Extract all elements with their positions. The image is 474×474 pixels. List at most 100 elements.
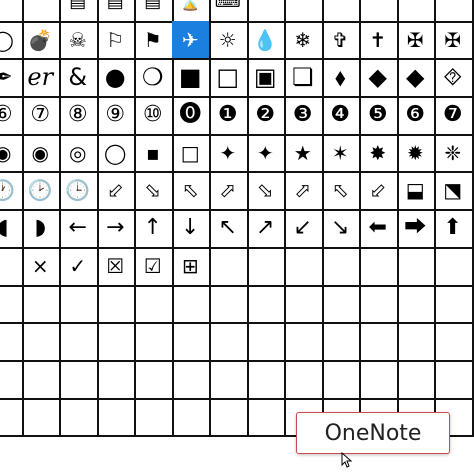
symbol-cell[interactable]: ▣: [246, 58, 286, 99]
symbol-cell[interactable]: [0, 397, 24, 438]
symbol-cell[interactable]: [0, 246, 24, 287]
symbol-cell[interactable]: ☑: [134, 246, 174, 287]
symbol-cell[interactable]: [21, 284, 61, 325]
symbol-cell[interactable]: [21, 0, 61, 23]
symbol-cell[interactable]: ❈: [434, 133, 474, 174]
symbol-cell[interactable]: ⬀: [284, 171, 324, 212]
symbol-cell[interactable]: ⬓: [396, 171, 436, 212]
symbol-cell[interactable]: [21, 360, 61, 400]
symbol-cell[interactable]: ▪: [134, 133, 174, 174]
symbol-cell[interactable]: ↖: [209, 209, 249, 249]
symbol-cell[interactable]: 💣: [21, 20, 61, 61]
symbol-cell[interactable]: ⬅: [359, 209, 399, 249]
symbol-cell[interactable]: ❄: [284, 20, 324, 61]
symbol-cell[interactable]: [96, 360, 136, 400]
symbol-cell[interactable]: ⑥: [0, 96, 24, 136]
symbol-cell[interactable]: ☒: [96, 246, 136, 287]
symbol-cell[interactable]: ↑: [134, 209, 174, 249]
symbol-cell[interactable]: ✈: [171, 20, 211, 61]
symbol-cell[interactable]: 🕐: [0, 171, 24, 212]
symbol-cell[interactable]: ⚐: [96, 20, 136, 61]
symbol-cell[interactable]: ★: [284, 133, 324, 174]
symbol-cell[interactable]: ◆: [396, 58, 436, 99]
symbol-cell[interactable]: ↗: [246, 209, 286, 249]
symbol-cell[interactable]: [209, 284, 249, 325]
symbol-cell[interactable]: [0, 284, 24, 325]
symbol-cell[interactable]: ❷: [246, 96, 286, 136]
symbol-cell[interactable]: ❹: [321, 96, 361, 136]
symbol-cell[interactable]: [209, 360, 249, 400]
symbol-cell[interactable]: 🕒: [59, 171, 99, 212]
symbol-cell[interactable]: ⬃: [96, 171, 136, 212]
symbol-cell[interactable]: [209, 397, 249, 438]
symbol-cell[interactable]: [396, 246, 436, 287]
symbol-cell[interactable]: ✠: [434, 20, 474, 61]
symbol-cell[interactable]: [359, 246, 399, 287]
symbol-cell[interactable]: [284, 246, 324, 287]
symbol-cell[interactable]: [321, 284, 361, 325]
symbol-cell[interactable]: [396, 0, 436, 23]
symbol-cell[interactable]: ◉: [21, 133, 61, 174]
symbol-cell[interactable]: ⌨: [209, 0, 249, 23]
symbol-cell[interactable]: [434, 322, 474, 362]
symbol-cell[interactable]: ◯: [96, 133, 136, 174]
symbol-cell[interactable]: [434, 0, 474, 23]
symbol-cell[interactable]: [171, 360, 211, 400]
symbol-cell[interactable]: [434, 360, 474, 400]
symbol-cell[interactable]: [434, 246, 474, 287]
symbol-cell[interactable]: ⬆: [434, 209, 474, 249]
symbol-cell[interactable]: ❍: [134, 58, 174, 99]
symbol-cell[interactable]: ⬀: [209, 171, 249, 212]
symbol-cell[interactable]: ❻: [396, 96, 436, 136]
symbol-cell[interactable]: [59, 322, 99, 362]
symbol-cell[interactable]: ▤: [59, 0, 99, 23]
symbol-cell[interactable]: [209, 322, 249, 362]
symbol-cell[interactable]: ✒: [0, 58, 24, 99]
symbol-cell[interactable]: ▤: [96, 0, 136, 23]
symbol-cell[interactable]: [171, 322, 211, 362]
symbol-cell[interactable]: [359, 0, 399, 23]
symbol-cell[interactable]: [396, 284, 436, 325]
symbol-cell[interactable]: ⑩: [134, 96, 174, 136]
symbol-cell[interactable]: [284, 0, 324, 23]
symbol-cell[interactable]: ⮕: [396, 209, 436, 249]
symbol-cell[interactable]: ◯: [0, 20, 24, 61]
symbol-cell[interactable]: [96, 322, 136, 362]
symbol-cell[interactable]: ■: [171, 58, 211, 99]
symbol-cell[interactable]: ❸: [284, 96, 324, 136]
symbol-cell[interactable]: [284, 322, 324, 362]
symbol-cell[interactable]: ✦: [209, 133, 249, 174]
symbol-cell[interactable]: [246, 284, 286, 325]
symbol-cell[interactable]: ❺: [359, 96, 399, 136]
symbol-cell[interactable]: ●: [96, 58, 136, 99]
symbol-cell[interactable]: ✦: [246, 133, 286, 174]
symbol-cell[interactable]: ⚑: [134, 20, 174, 61]
symbol-cell[interactable]: ↓: [171, 209, 211, 249]
symbol-cell[interactable]: ◆: [359, 58, 399, 99]
symbol-cell[interactable]: ☠: [59, 20, 99, 61]
symbol-cell[interactable]: ◖: [0, 209, 24, 249]
symbol-cell[interactable]: ✞: [321, 20, 361, 61]
symbol-cell[interactable]: &: [59, 58, 99, 99]
symbol-cell[interactable]: ⬔: [434, 171, 474, 212]
symbol-cell[interactable]: →: [96, 209, 136, 249]
symbol-cell[interactable]: ⬁: [171, 171, 211, 212]
symbol-cell[interactable]: [359, 284, 399, 325]
symbol-cell[interactable]: ⬂: [246, 171, 286, 212]
symbol-cell[interactable]: [246, 322, 286, 362]
symbol-cell[interactable]: [396, 360, 436, 400]
symbol-cell[interactable]: ❶: [209, 96, 249, 136]
symbol-cell[interactable]: □: [171, 133, 211, 174]
symbol-cell[interactable]: [21, 322, 61, 362]
symbol-cell[interactable]: ✶: [321, 133, 361, 174]
symbol-cell[interactable]: [134, 360, 174, 400]
symbol-cell[interactable]: [321, 360, 361, 400]
symbol-cell[interactable]: ✝: [359, 20, 399, 61]
symbol-cell[interactable]: ▤: [134, 0, 174, 23]
symbol-cell[interactable]: [209, 246, 249, 287]
symbol-cell[interactable]: [284, 284, 324, 325]
symbol-cell[interactable]: ✸: [359, 133, 399, 174]
symbol-cell[interactable]: ⬂: [134, 171, 174, 212]
symbol-cell[interactable]: [359, 322, 399, 362]
symbol-cell[interactable]: ☼: [209, 20, 249, 61]
